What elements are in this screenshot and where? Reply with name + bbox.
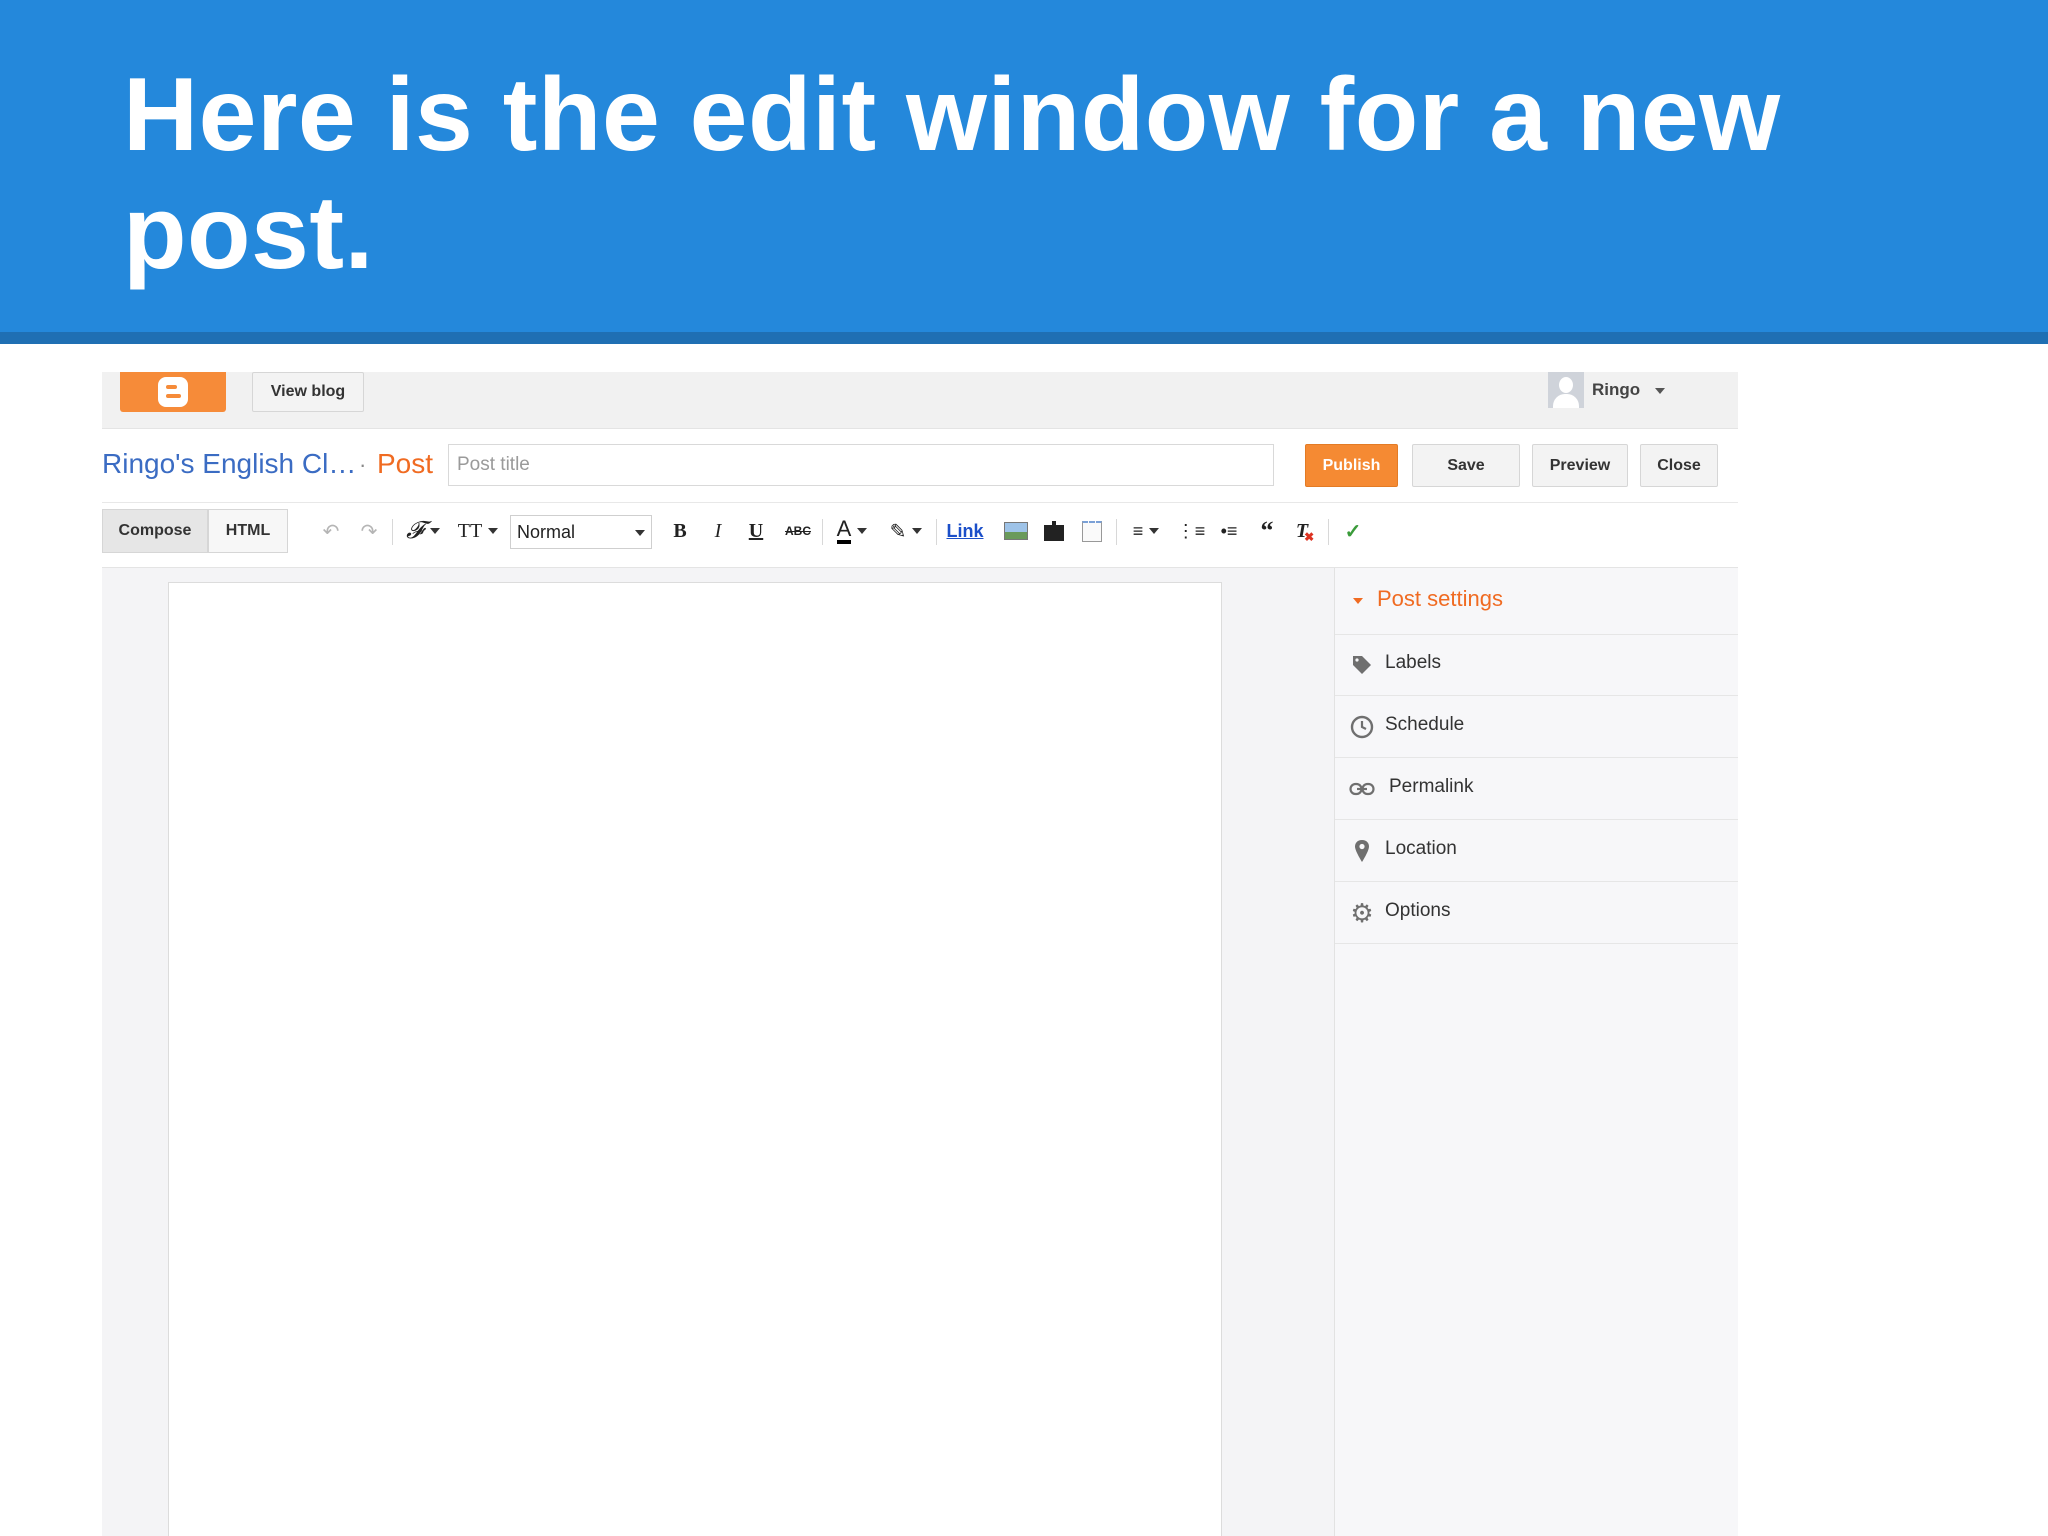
blog-name[interactable]: Ringo's English Cl…	[102, 448, 356, 480]
toolbar-separator	[392, 519, 393, 545]
undo-icon[interactable]: ↶	[316, 517, 346, 545]
post-header: Ringo's English Cl… · Post Publish Save …	[102, 428, 1738, 503]
close-button[interactable]: Close	[1640, 444, 1718, 487]
post-type-label: Post	[377, 448, 434, 479]
paragraph-format-value: Normal	[517, 521, 576, 542]
post-settings-header[interactable]: Post settings	[1335, 568, 1738, 635]
top-bar: View blog Ringo	[102, 372, 1738, 429]
clock-icon	[1349, 714, 1375, 740]
post-title-input[interactable]	[448, 444, 1274, 486]
view-blog-button[interactable]: View blog	[252, 372, 364, 412]
highlight-color-icon[interactable]: ✎	[884, 517, 928, 545]
jump-break-icon[interactable]	[1078, 517, 1106, 545]
blogger-editor-screenshot: View blog Ringo Ringo's English Cl… · Po…	[102, 372, 1738, 1536]
post-settings-title: Post settings	[1377, 586, 1503, 611]
settings-item-schedule[interactable]: Schedule	[1335, 696, 1738, 758]
settings-item-options[interactable]: ⚙ Options	[1335, 882, 1738, 944]
link-icon	[1349, 776, 1375, 802]
chevron-down-icon	[635, 530, 645, 536]
chevron-down-icon[interactable]	[1655, 388, 1665, 394]
image-icon[interactable]	[1002, 517, 1030, 545]
editor-toolbar: Compose HTML ↶ ↷ 𝓕 TT Normal B I U ABC A…	[102, 503, 1738, 568]
text-color-icon[interactable]: A	[830, 517, 874, 545]
compose-mode-tab[interactable]: Compose	[102, 509, 208, 553]
gear-icon: ⚙	[1350, 897, 1374, 928]
slide-heading: Here is the edit window for a new post.	[123, 57, 1781, 291]
bulleted-list-icon[interactable]: •≡	[1214, 517, 1244, 545]
spellcheck-icon[interactable]: ✓	[1338, 517, 1368, 545]
align-icon[interactable]: ≡	[1124, 517, 1168, 545]
pin-icon	[1349, 838, 1375, 864]
settings-item-labels[interactable]: Labels	[1335, 634, 1738, 696]
paragraph-format-select[interactable]: Normal	[510, 515, 652, 549]
tag-icon	[1349, 652, 1375, 678]
toolbar-separator	[1328, 519, 1329, 545]
username[interactable]: Ringo	[1592, 380, 1640, 400]
redo-icon[interactable]: ↷	[354, 517, 384, 545]
settings-item-label: Labels	[1385, 652, 1441, 673]
font-family-icon[interactable]: 𝓕	[400, 517, 446, 545]
underline-icon[interactable]: U	[742, 517, 770, 545]
italic-icon[interactable]: I	[704, 517, 732, 545]
font-size-icon[interactable]: TT	[454, 517, 502, 545]
toolbar-separator	[822, 519, 823, 545]
settings-item-permalink[interactable]: Permalink	[1335, 758, 1738, 820]
settings-item-label: Options	[1385, 900, 1451, 921]
post-settings-panel: Post settings Labels Schedule Permalink …	[1334, 568, 1738, 1536]
editor-area	[102, 568, 1334, 1536]
save-button[interactable]: Save	[1412, 444, 1520, 487]
blogger-b-icon	[158, 377, 188, 407]
numbered-list-icon[interactable]: ⋮≡	[1176, 517, 1206, 545]
settings-item-label: Location	[1385, 838, 1457, 859]
link-button[interactable]: Link	[944, 517, 986, 545]
post-body-editor[interactable]	[168, 582, 1222, 1536]
video-icon[interactable]	[1040, 517, 1068, 545]
breadcrumb-separator: ·	[359, 452, 367, 477]
strikethrough-icon[interactable]: ABC	[780, 517, 816, 545]
blogger-logo[interactable]	[120, 372, 226, 412]
publish-button[interactable]: Publish	[1305, 444, 1398, 487]
slide-banner: Here is the edit window for a new post.	[0, 0, 2048, 332]
quote-icon[interactable]: “	[1252, 516, 1282, 545]
bold-icon[interactable]: B	[666, 517, 694, 545]
link-label: Link	[946, 520, 984, 541]
remove-formatting-icon[interactable]: T ✖	[1290, 517, 1320, 545]
preview-button[interactable]: Preview	[1532, 444, 1628, 487]
banner-divider	[0, 332, 2048, 344]
settings-item-label: Permalink	[1389, 776, 1474, 797]
html-mode-tab[interactable]: HTML	[208, 509, 288, 553]
settings-item-label: Schedule	[1385, 714, 1465, 735]
avatar[interactable]	[1548, 372, 1584, 408]
settings-item-location[interactable]: Location	[1335, 820, 1738, 882]
toolbar-separator	[936, 519, 937, 545]
toolbar-separator	[1116, 519, 1117, 545]
chevron-down-icon	[1353, 598, 1363, 604]
